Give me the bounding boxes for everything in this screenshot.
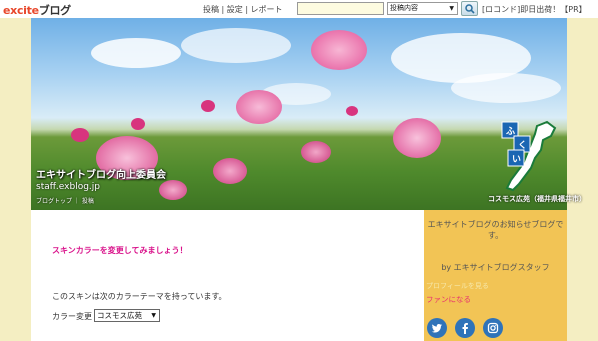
chevron-down-icon: ▼ <box>449 5 454 12</box>
search-icon <box>465 4 475 14</box>
color-change-label: カラー変更 <box>52 312 92 321</box>
twitter-icon <box>431 324 442 333</box>
search-button[interactable] <box>461 1 478 16</box>
facebook-icon <box>462 323 468 334</box>
blog-url: staff.exblog.jp <box>36 182 101 192</box>
badge-char-i: い <box>512 155 522 165</box>
profile-link[interactable]: プロフィールを見る <box>426 281 489 291</box>
sidebar-byline: by エキサイトブログスタッフ <box>441 263 550 272</box>
skin-heading: スキンカラーを変更してみましょう！ <box>52 246 188 255</box>
blog-nav[interactable]: ブログトップ ｜ 投稿 <box>36 196 94 205</box>
search-input[interactable] <box>297 2 384 15</box>
search-scope-select[interactable]: 投稿内容 ▼ <box>387 2 458 15</box>
promo-link[interactable]: [ロコンド]即日出荷！【PR】 <box>482 4 587 15</box>
color-theme-select[interactable]: コスモス広苑 ▼ <box>94 309 160 322</box>
blog-title[interactable]: エキサイトブログ向上委員会 <box>36 166 166 181</box>
logo-excite-text: excite <box>3 4 39 17</box>
header-banner[interactable] <box>31 18 567 210</box>
chevron-down-icon: ▼ <box>151 312 156 319</box>
color-theme-value: コスモス広苑 <box>97 311 142 320</box>
badge-char-ku: く <box>518 141 528 151</box>
badge-char-fu: ふ <box>506 127 516 137</box>
top-links[interactable]: 投稿 | 設定 | レポート <box>203 4 283 15</box>
logo-blog-text: ブログ <box>38 4 71 17</box>
sidebar-notice: エキサイトブログのお知らせブログです。 <box>427 220 564 240</box>
become-fan-link[interactable]: ファンになる <box>426 294 471 305</box>
top-bar: exciteブログ 投稿 | 設定 | レポート 投稿内容 ▼ [ロコンド]即日… <box>0 0 598 18</box>
excite-blog-logo[interactable]: exciteブログ <box>3 2 71 18</box>
instagram-icon <box>487 322 499 334</box>
search-scope-value: 投稿内容 <box>390 4 418 12</box>
facebook-button[interactable] <box>455 318 475 338</box>
twitter-button[interactable] <box>427 318 447 338</box>
theme-description: このスキンは次のカラーテーマを持っています。 <box>52 292 227 301</box>
instagram-button[interactable] <box>483 318 503 338</box>
badge-caption: コスモス広苑（福井県福井市） <box>488 195 586 203</box>
